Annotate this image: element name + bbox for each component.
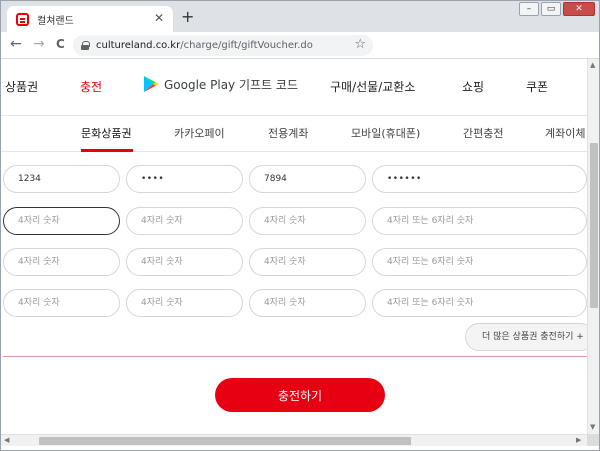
pin-row-1	[3, 165, 587, 193]
horizontal-scrollbar[interactable]: ◀ ▶	[1, 434, 587, 446]
close-tab-icon[interactable]: ✕	[154, 11, 164, 25]
pin-field-4-4[interactable]	[372, 289, 587, 317]
google-play-icon	[144, 76, 159, 92]
tab-kakaopay[interactable]: 카카오페이	[174, 125, 225, 141]
add-more-gift-cards-button[interactable]: 더 많은 상품권 충전하기 +	[465, 323, 587, 351]
window-controls: – ▭ ✕	[517, 2, 595, 16]
pin-field-3-4[interactable]	[372, 248, 587, 276]
horizontal-scroll-thumb[interactable]	[39, 437, 411, 445]
pin-field-1-2[interactable]	[126, 165, 243, 193]
pin-field-2-1[interactable]	[3, 207, 120, 235]
pin-field-1-1[interactable]	[3, 165, 120, 193]
google-play-label: Google Play 기프트 코드	[164, 77, 298, 92]
section-divider	[3, 356, 587, 357]
scroll-up-icon[interactable]: ▲	[590, 61, 595, 69]
tab-title: 컬쳐랜드	[37, 15, 74, 27]
vertical-scroll-thumb[interactable]	[590, 143, 598, 308]
browser-tab[interactable]: 컬쳐랜드 ✕	[7, 6, 173, 32]
pin-field-1-4[interactable]	[372, 165, 587, 193]
nav-item-exchange[interactable]: 구매/선물/교환소	[330, 78, 415, 95]
scroll-down-icon[interactable]: ▼	[590, 423, 595, 431]
url-text: cultureland.co.kr/charge/gift/giftVouche…	[96, 40, 313, 51]
nav-item-gift-card[interactable]: 상품권	[5, 78, 38, 95]
vertical-scrollbar[interactable]: ▲ ▼	[587, 59, 599, 434]
cultureland-favicon-icon	[16, 12, 29, 26]
reload-icon[interactable]: C	[56, 36, 65, 52]
close-window-button[interactable]: ✕	[563, 2, 595, 16]
minimize-button[interactable]: –	[519, 2, 539, 16]
nav-item-google-play[interactable]: Google Play 기프트 코드	[142, 75, 298, 93]
nav-item-coupon[interactable]: 쿠폰	[526, 78, 548, 95]
new-tab-button[interactable]: +	[181, 9, 194, 25]
charge-button[interactable]: 충전하기	[215, 378, 385, 412]
pin-field-1-3[interactable]	[249, 165, 366, 193]
pin-field-2-3[interactable]	[249, 207, 366, 235]
tab-culture-gift-card[interactable]: 문화상품권	[81, 125, 132, 141]
back-arrow-icon[interactable]: ←	[10, 36, 22, 52]
page-viewport: 상품권 충전 Google Play 기프트 코드 구매/선물/교환소 쇼핑 쿠…	[1, 59, 587, 434]
tab-mobile[interactable]: 모바일(휴대폰)	[351, 125, 420, 141]
tab-dedicated-account[interactable]: 전용계좌	[268, 125, 308, 141]
active-tab-underline	[81, 149, 133, 152]
tab-bank-transfer[interactable]: 계좌이체	[545, 125, 585, 141]
tab-strip: 컬쳐랜드 ✕ + – ▭ ✕	[1, 1, 599, 32]
pin-row-4	[3, 289, 587, 317]
scrollbar-corner	[587, 434, 599, 446]
pin-field-4-1[interactable]	[3, 289, 120, 317]
charge-method-tabs: 문화상품권 카카오페이 전용계좌 모바일(휴대폰) 간편충전 계좌이체	[1, 116, 587, 152]
pin-field-3-2[interactable]	[126, 248, 243, 276]
pin-field-3-1[interactable]	[3, 248, 120, 276]
nav-item-shopping[interactable]: 쇼핑	[462, 78, 484, 95]
address-bar[interactable]: cultureland.co.kr/charge/gift/giftVouche…	[73, 35, 373, 56]
maximize-button[interactable]: ▭	[541, 2, 561, 16]
pin-row-3	[3, 248, 587, 276]
pin-field-2-2[interactable]	[126, 207, 243, 235]
nav-item-charge[interactable]: 충전	[80, 78, 102, 95]
pin-row-2	[3, 207, 587, 235]
pin-field-3-3[interactable]	[249, 248, 366, 276]
pin-field-4-2[interactable]	[126, 289, 243, 317]
browser-window: 컬쳐랜드 ✕ + – ▭ ✕ ← → C cultureland.co.kr/c…	[0, 0, 600, 451]
url-domain: cultureland.co.kr	[96, 40, 181, 51]
pin-field-2-4[interactable]	[372, 207, 587, 235]
scroll-right-icon[interactable]: ▶	[576, 436, 581, 444]
top-navigation: 상품권 충전 Google Play 기프트 코드 구매/선물/교환소 쇼핑 쿠…	[1, 59, 587, 116]
scroll-left-icon[interactable]: ◀	[4, 436, 9, 444]
lock-icon	[81, 41, 90, 50]
url-path: /charge/gift/giftVoucher.do	[180, 40, 313, 51]
tab-easy-charge[interactable]: 간편충전	[463, 125, 503, 141]
bookmark-star-icon[interactable]: ☆	[354, 37, 366, 52]
pin-field-4-3[interactable]	[249, 289, 366, 317]
browser-toolbar: ← → C cultureland.co.kr/charge/gift/gift…	[1, 32, 599, 59]
forward-arrow-icon[interactable]: →	[33, 36, 45, 52]
